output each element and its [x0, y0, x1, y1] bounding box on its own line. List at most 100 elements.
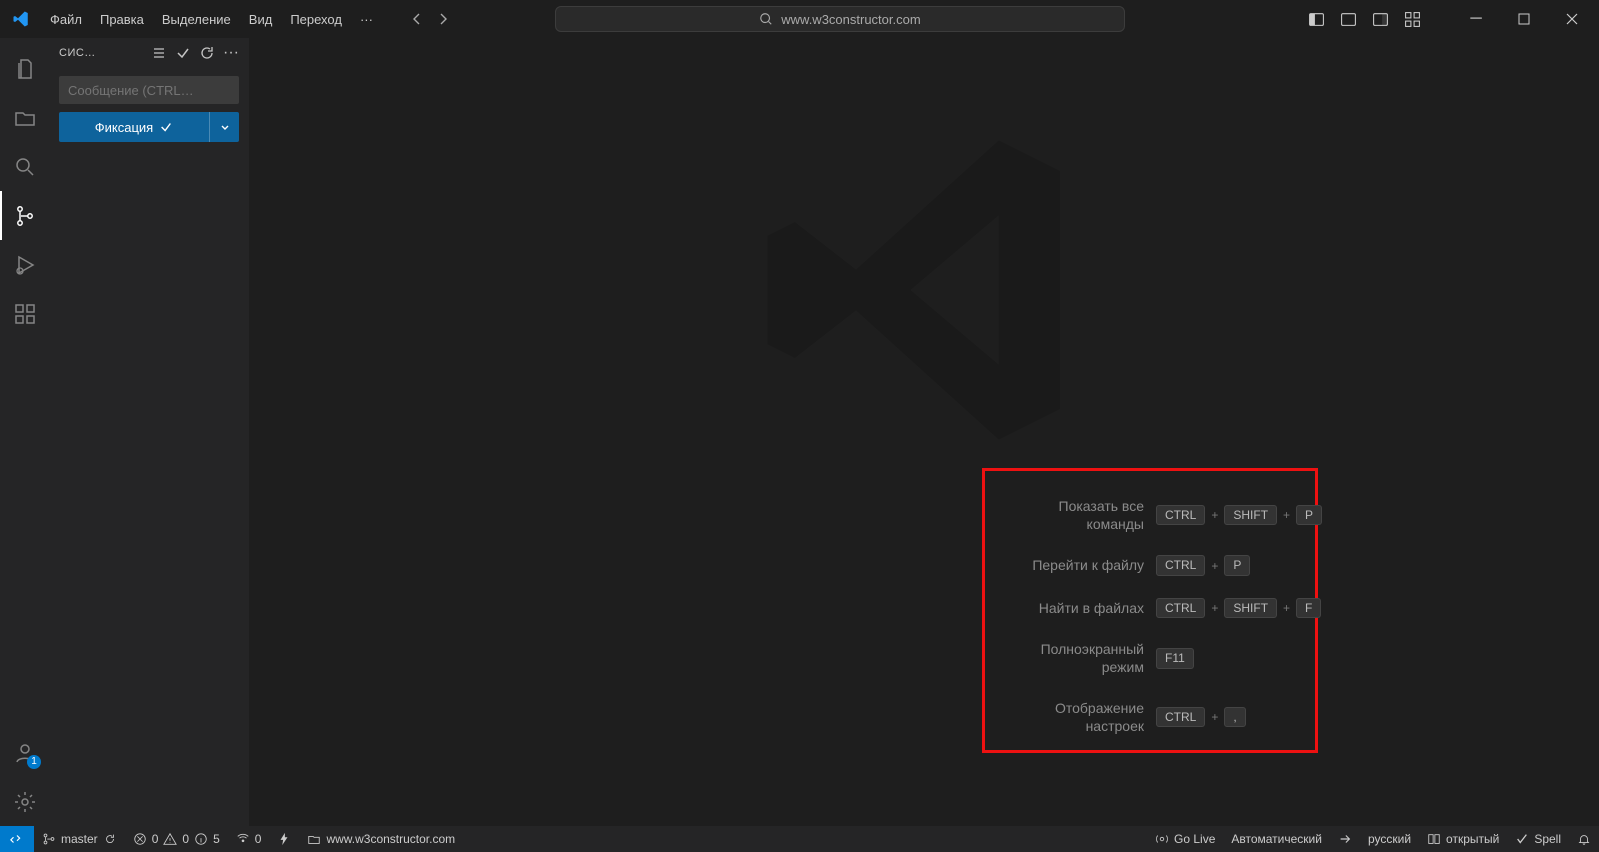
scm-view-tree-icon[interactable]	[151, 45, 167, 61]
layout-left-icon[interactable]	[1305, 8, 1327, 30]
menu-more[interactable]: ···	[352, 10, 381, 29]
status-bolt[interactable]	[269, 826, 299, 852]
commit-message-input[interactable]	[59, 76, 239, 104]
shortcut-label: Отображение настроек	[999, 699, 1144, 735]
editor-area: Показать все командыCTRL+SHIFT+PПерейти …	[249, 38, 1599, 826]
status-ports[interactable]: 0	[228, 826, 270, 852]
scm-refresh-icon[interactable]	[199, 45, 215, 61]
activity-run-debug[interactable]	[0, 240, 49, 289]
shortcut-row: Показать все командыCTRL+SHIFT+P	[999, 497, 1301, 533]
activity-scm[interactable]	[0, 191, 49, 240]
status-problems[interactable]: 0 0 5	[125, 826, 228, 852]
shortcut-row: Полноэкранный режим F11	[999, 640, 1301, 676]
shortcut-keys: CTRL + SHIFT + P	[1156, 505, 1322, 525]
commit-button-label: Фиксация	[95, 120, 153, 135]
vscode-logo-icon	[12, 10, 30, 28]
commit-button-more[interactable]	[209, 112, 239, 142]
keycap: CTRL	[1156, 598, 1205, 618]
command-center-text: www.w3constructor.com	[781, 12, 920, 27]
book-icon	[1427, 832, 1441, 846]
broadcast-icon	[1155, 832, 1169, 846]
shortcut-label: Перейти к файлу	[999, 556, 1144, 574]
window-close-icon[interactable]	[1553, 2, 1591, 36]
menu-selection[interactable]: Выделение	[154, 10, 239, 29]
accounts-badge: 1	[27, 755, 41, 769]
layout-customize-icon[interactable]	[1401, 8, 1423, 30]
status-path[interactable]: www.w3constructor.com	[299, 826, 463, 852]
key-plus: +	[1211, 508, 1218, 522]
shortcut-keys: CTRL + P	[1156, 555, 1250, 575]
shortcut-row: Перейти к файлу CTRL + P	[999, 555, 1301, 575]
bell-icon	[1577, 832, 1591, 846]
shortcut-label: Показать все команды	[999, 497, 1144, 533]
search-icon	[759, 12, 773, 26]
status-golive[interactable]: Go Live	[1147, 826, 1223, 852]
keycap: CTRL	[1156, 707, 1205, 727]
nav-forward-icon[interactable]	[435, 11, 451, 27]
shortcut-keys: CTRL+,	[1156, 707, 1246, 727]
command-center[interactable]: www.w3constructor.com	[555, 6, 1125, 32]
activity-search[interactable]	[0, 142, 49, 191]
menu-go[interactable]: Переход	[282, 10, 350, 29]
status-bar: master 0 0 5 0 www.w3constructor.com Go …	[0, 826, 1599, 852]
status-bell[interactable]	[1569, 826, 1599, 852]
shortcut-row: Найти в файлахCTRL+SHIFT+F	[999, 598, 1301, 618]
keycap: SHIFT	[1224, 505, 1277, 525]
arrow-right-icon	[1338, 832, 1352, 846]
titlebar: Файл Правка Выделение Вид Переход ··· ww…	[0, 0, 1599, 38]
activity-bar: 1	[0, 38, 49, 826]
key-plus: +	[1211, 559, 1218, 573]
status-remote[interactable]	[0, 826, 34, 852]
keycap: CTRL	[1156, 555, 1205, 575]
commit-button[interactable]: Фиксация	[59, 112, 209, 142]
window-minimize-icon[interactable]: ─	[1457, 2, 1495, 36]
status-spell[interactable]: Spell	[1507, 826, 1569, 852]
nav-back-icon[interactable]	[409, 11, 425, 27]
error-icon	[133, 832, 147, 846]
radio-icon	[236, 832, 250, 846]
status-branch[interactable]: master	[34, 826, 125, 852]
keycap: F	[1296, 598, 1321, 618]
warning-icon	[163, 832, 177, 846]
welcome-shortcuts-highlight: Показать все командыCTRL+SHIFT+PПерейти …	[982, 468, 1318, 753]
shortcut-keys: F11	[1156, 648, 1194, 668]
activity-explorer[interactable]	[0, 44, 49, 93]
bolt-icon	[277, 832, 291, 846]
activity-settings[interactable]	[0, 777, 49, 826]
check-icon	[1515, 832, 1529, 846]
keycap: F11	[1156, 648, 1194, 668]
menu-view[interactable]: Вид	[241, 10, 281, 29]
keycap: P	[1296, 505, 1322, 525]
folder-icon	[307, 832, 321, 846]
layout-bottom-icon[interactable]	[1337, 8, 1359, 30]
window-maximize-icon[interactable]	[1505, 2, 1543, 36]
activity-extensions[interactable]	[0, 289, 49, 338]
key-plus: +	[1283, 508, 1290, 522]
shortcut-row: Отображение настроек CTRL+,	[999, 699, 1301, 735]
keycap: P	[1224, 555, 1250, 575]
menu-edit[interactable]: Правка	[92, 10, 152, 29]
check-icon	[159, 120, 173, 134]
keycap: SHIFT	[1224, 598, 1277, 618]
status-language[interactable]: русский	[1360, 826, 1419, 852]
status-lang-arrow[interactable]	[1330, 826, 1360, 852]
keycap: CTRL	[1156, 505, 1205, 525]
sidebar: СИС… ··· Фиксация	[49, 38, 249, 826]
key-plus: +	[1211, 601, 1218, 615]
keycap: ,	[1224, 707, 1245, 727]
sync-icon	[103, 832, 117, 846]
status-auto[interactable]: Автоматический	[1223, 826, 1330, 852]
sidebar-title: СИС…	[59, 47, 145, 59]
menu: Файл Правка Выделение Вид Переход ···	[42, 10, 381, 29]
shortcut-label: Полноэкранный режим	[999, 640, 1144, 676]
status-open[interactable]: открытый	[1419, 826, 1507, 852]
activity-accounts[interactable]: 1	[0, 728, 49, 777]
shortcut-label: Найти в файлах	[999, 599, 1144, 617]
scm-commit-icon[interactable]	[175, 45, 191, 61]
scm-more-icon[interactable]: ···	[223, 44, 239, 62]
layout-right-icon[interactable]	[1369, 8, 1391, 30]
shortcut-keys: CTRL + SHIFT + F	[1156, 598, 1321, 618]
key-plus: +	[1283, 601, 1290, 615]
menu-file[interactable]: Файл	[42, 10, 90, 29]
activity-folder[interactable]	[0, 93, 49, 142]
